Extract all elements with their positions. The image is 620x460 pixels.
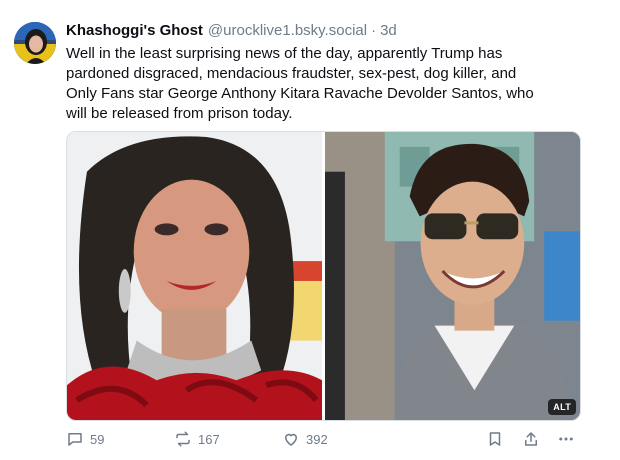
like-button[interactable]: 392 xyxy=(282,428,328,450)
post-text-line: Well in the least surprising news of the… xyxy=(66,45,503,62)
share-icon xyxy=(522,430,540,448)
post-timestamp[interactable]: 3d xyxy=(380,22,397,39)
post-text-line: Only Fans star George Anthony Kitara Rav… xyxy=(66,85,534,102)
repost-button[interactable]: 167 xyxy=(174,428,220,450)
author-display-name[interactable]: Khashoggi's Ghost xyxy=(66,22,203,39)
media-image-left[interactable] xyxy=(67,132,322,420)
post-text-line: pardoned disgraced, mendacious fraudster… xyxy=(66,65,517,82)
repost-icon xyxy=(174,430,192,448)
more-icon xyxy=(557,430,575,448)
like-count: 392 xyxy=(306,431,328,447)
comment-icon xyxy=(66,430,84,448)
media-image-right[interactable]: ALT xyxy=(325,132,580,420)
reply-button[interactable]: 59 xyxy=(66,428,104,450)
header-separator: · xyxy=(371,22,377,39)
post-header: Khashoggi's Ghost @urocklive1.bsky.socia… xyxy=(66,22,397,42)
repost-count: 167 xyxy=(198,431,220,447)
reply-count: 59 xyxy=(90,431,105,447)
share-button[interactable] xyxy=(522,428,540,450)
bookmark-button[interactable] xyxy=(486,428,504,450)
more-options-button[interactable] xyxy=(557,428,575,450)
post-text-line: will be released from prison today. xyxy=(66,105,293,122)
post-actions: 59 167 392 xyxy=(66,426,581,452)
author-handle[interactable]: @urocklive1.bsky.social xyxy=(208,22,367,39)
avatar[interactable] xyxy=(14,22,56,64)
post-text: Well in the least surprising news of the… xyxy=(66,44,586,124)
heart-icon xyxy=(282,430,300,448)
post-media: ALT xyxy=(66,131,581,421)
alt-text-badge[interactable]: ALT xyxy=(548,399,576,415)
post-card[interactable]: Khashoggi's Ghost @urocklive1.bsky.socia… xyxy=(0,0,620,460)
bookmark-icon xyxy=(486,430,504,448)
